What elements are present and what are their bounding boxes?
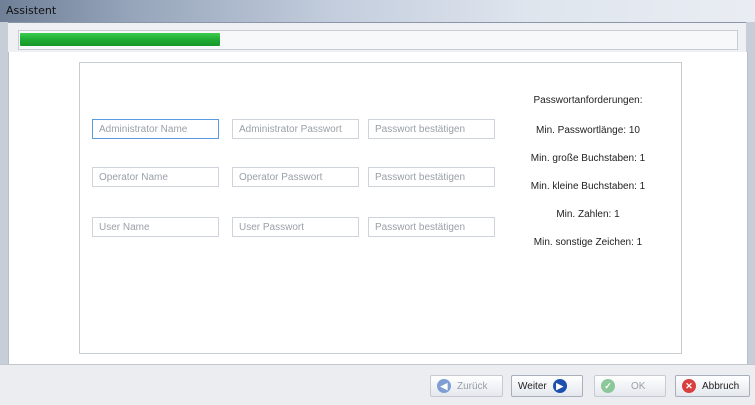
cancel-button-label: Abbruch (702, 380, 740, 392)
requirement-min-special: Min. sonstige Zeichen: 1 (533, 237, 643, 248)
wizard-window: Assistent Passwortanforderungen: Min. Pa… (0, 0, 755, 405)
progress-bar-fill (20, 33, 220, 46)
ok-button-label: OK (631, 380, 646, 392)
administrator-password-field[interactable] (232, 119, 359, 139)
operator-password-field[interactable] (232, 167, 359, 187)
x-circle-icon: ✕ (682, 379, 696, 393)
arrow-left-circle-icon: ◀ (437, 379, 451, 393)
button-bar: ◀ Zurück Weiter ▶ ✓ OK ✕ Abbruch (0, 364, 755, 405)
title-bar: Assistent (0, 0, 755, 23)
window-left-edge (0, 22, 8, 364)
next-button-label: Weiter (518, 380, 547, 392)
back-button-label: Zurück (457, 380, 488, 392)
user-password-field[interactable] (232, 217, 359, 237)
operator-password-confirm-field[interactable] (368, 167, 495, 187)
checkmark-circle-icon: ✓ (601, 379, 615, 393)
operator-name-field[interactable] (92, 167, 219, 187)
user-name-field[interactable] (92, 217, 219, 237)
administrator-password-confirm-field[interactable] (368, 119, 495, 139)
requirement-min-lowercase: Min. kleine Buchstaben: 1 (530, 181, 646, 192)
cancel-button[interactable]: ✕ Abbruch (675, 375, 750, 397)
requirement-min-length: Min. Passwortlänge: 10 (536, 125, 640, 136)
requirement-min-digits: Min. Zahlen: 1 (556, 209, 620, 220)
arrow-right-circle-icon: ▶ (552, 379, 567, 393)
next-button[interactable]: Weiter ▶ (511, 375, 583, 397)
user-password-confirm-field[interactable] (368, 217, 495, 237)
back-button[interactable]: ◀ Zurück (430, 375, 503, 397)
window-title: Assistent (6, 4, 57, 17)
password-requirements-heading: Passwortanforderungen: (533, 95, 643, 106)
ok-button[interactable]: ✓ OK (594, 375, 666, 397)
user-setup-panel: Passwortanforderungen: Min. Passwortläng… (79, 62, 682, 354)
administrator-name-field[interactable] (92, 119, 219, 139)
requirement-min-uppercase: Min. große Buchstaben: 1 (530, 153, 646, 164)
progress-bar (18, 30, 738, 50)
